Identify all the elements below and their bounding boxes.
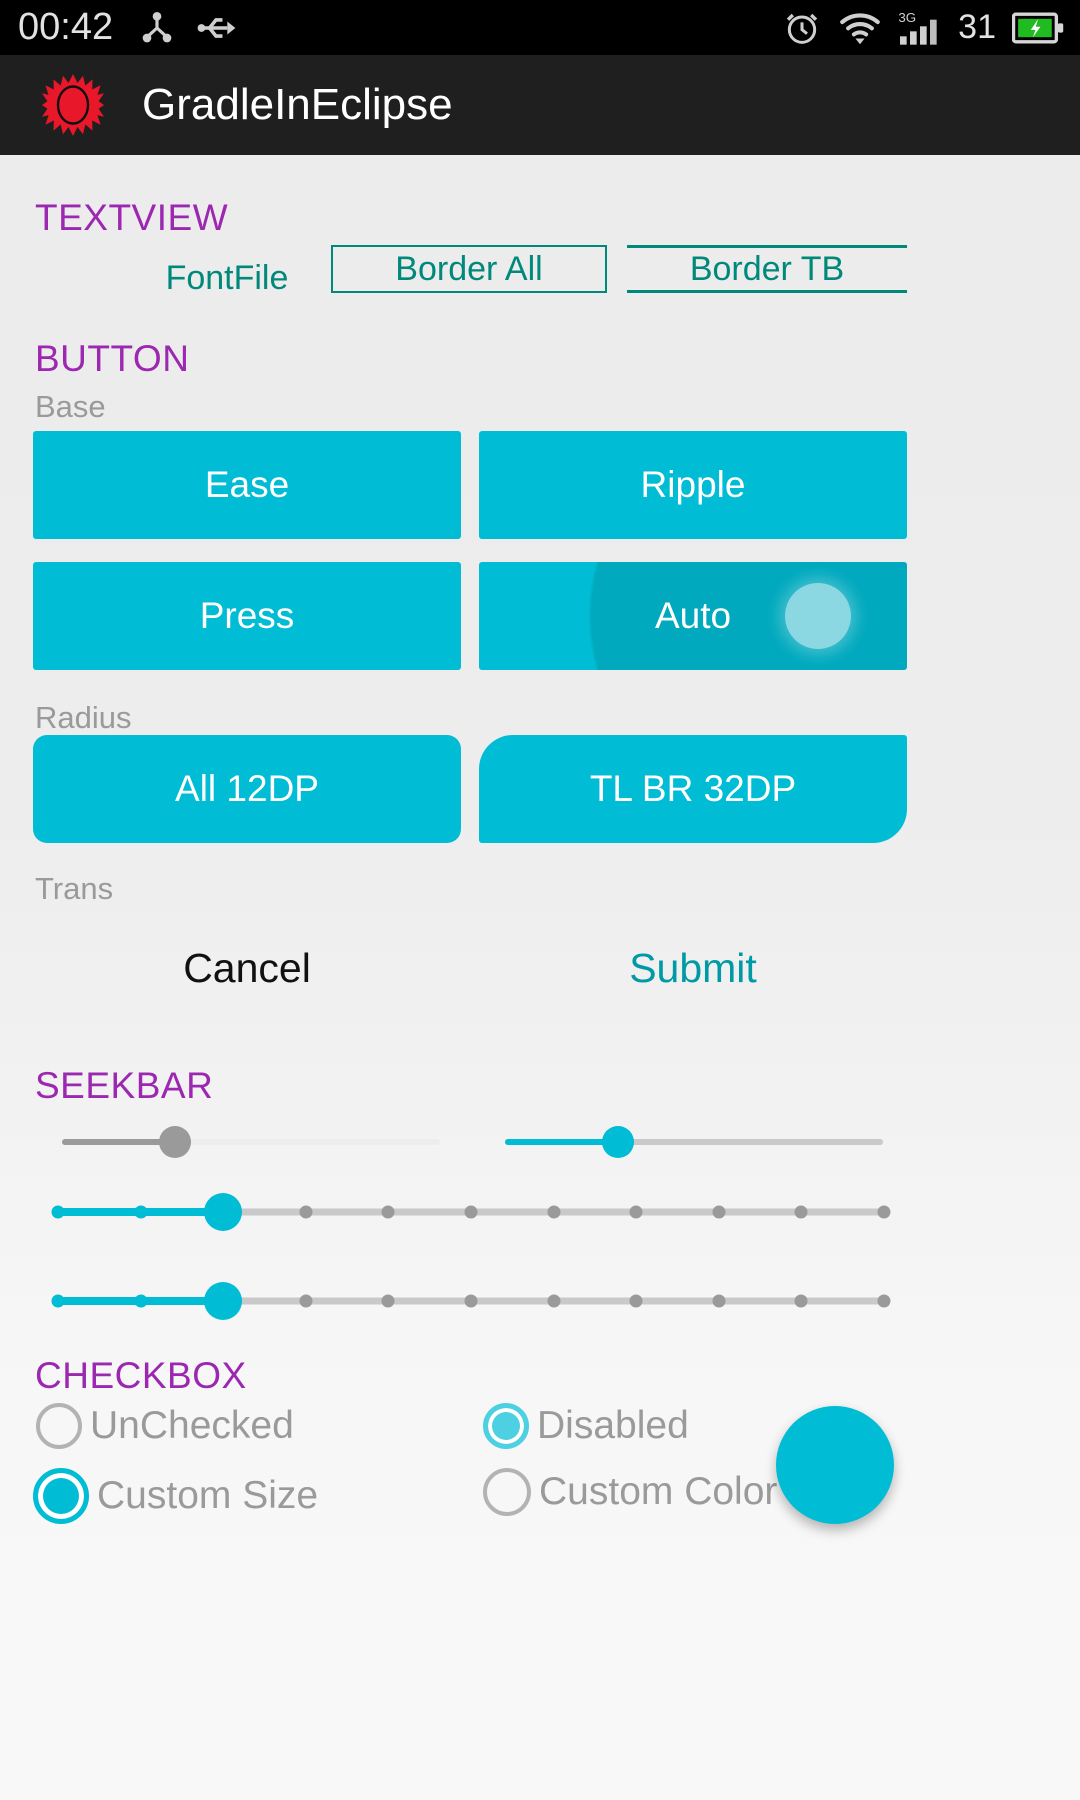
- checkbox-label: Custom Size: [97, 1474, 319, 1517]
- seekbar-tick: [794, 1205, 808, 1219]
- section-header-checkbox: CHECKBOX: [35, 1355, 247, 1396]
- wifi-icon: [838, 10, 882, 46]
- seekbar-thumb[interactable]: [159, 1126, 192, 1158]
- seekbar-tick: [629, 1294, 643, 1308]
- seekbar-tick: [51, 1294, 65, 1308]
- seekbar-tick: [51, 1205, 65, 1219]
- content-area: TEXTVIEW FontFile Border All Border TB B…: [0, 155, 1080, 1800]
- seekbar-discrete-2[interactable]: [51, 1281, 891, 1321]
- button-auto-label: Auto: [654, 595, 732, 636]
- seekbar-tick: [299, 1294, 313, 1308]
- status-bar-right-icons: 3G 31: [782, 8, 1064, 48]
- seekbar-tick: [712, 1205, 726, 1219]
- ripple-indicator-dot: [785, 583, 851, 649]
- checkbox-custom-color[interactable]: Custom Color: [483, 1468, 777, 1516]
- button-cancel[interactable]: Cancel: [33, 925, 461, 1011]
- seekbar-tick: [712, 1294, 726, 1308]
- seekbar-plain-right[interactable]: [505, 1122, 883, 1162]
- textview-row: FontFile Border All Border TB: [0, 245, 1080, 311]
- seekbar-plain-left[interactable]: [62, 1122, 440, 1162]
- seekbar-thumb[interactable]: [204, 1282, 243, 1320]
- button-group-label-trans: Trans: [35, 871, 114, 906]
- seekbar-tick: [547, 1294, 561, 1308]
- textview-fontfile[interactable]: FontFile: [122, 245, 332, 311]
- section-header-seekbar: SEEKBAR: [35, 1065, 214, 1106]
- seekbar-thumb[interactable]: [602, 1126, 635, 1158]
- seekbar-progress: [62, 1139, 176, 1145]
- checkbox-custom-size[interactable]: Custom Size: [33, 1468, 318, 1524]
- share-icon: [137, 8, 177, 48]
- button-tl-br-32dp[interactable]: TL BR 32DP: [479, 735, 907, 843]
- seekbar-tick: [134, 1205, 148, 1219]
- app-title-label: GradleInEclipse: [142, 80, 453, 129]
- seekbar-discrete-1[interactable]: [51, 1192, 891, 1232]
- checkbox-label: UnChecked: [90, 1404, 294, 1447]
- button-group-label-radius: Radius: [35, 700, 132, 735]
- seekbar-tick: [877, 1294, 891, 1308]
- seekbar-tick: [299, 1205, 313, 1219]
- button-ease[interactable]: Ease: [33, 431, 461, 539]
- battery-charging-icon: [1012, 11, 1064, 45]
- seekbar-tick: [794, 1294, 808, 1308]
- seekbar-tick: [877, 1205, 891, 1219]
- app-title-bar: GradleInEclipse: [0, 55, 1080, 155]
- seekbar-tick: [381, 1294, 395, 1308]
- status-bar-left-icons: [137, 8, 237, 48]
- section-header-textview: TEXTVIEW: [35, 197, 229, 238]
- status-bar-clock: 00:42: [18, 6, 114, 48]
- usb-icon: [195, 8, 237, 48]
- floating-action-button[interactable]: [776, 1406, 894, 1524]
- battery-percent-label: 31: [958, 8, 996, 46]
- svg-text:3G: 3G: [899, 10, 917, 25]
- seekbar-tick: [134, 1294, 148, 1308]
- seekbar-tick: [464, 1205, 478, 1219]
- status-bar: 00:42 3G 31: [0, 0, 1080, 55]
- checkbox-disabled: Disabled: [483, 1403, 689, 1449]
- button-auto[interactable]: Auto: [479, 562, 907, 670]
- button-all-12dp[interactable]: All 12DP: [33, 735, 461, 843]
- seekbar-tick: [547, 1205, 561, 1219]
- button-submit[interactable]: Submit: [479, 925, 907, 1011]
- seekbar-tick: [464, 1294, 478, 1308]
- seekbar-tick: [381, 1205, 395, 1219]
- checkbox-circle-icon[interactable]: [483, 1468, 531, 1516]
- alarm-icon: [782, 8, 822, 48]
- textview-border-tb[interactable]: Border TB: [627, 245, 907, 293]
- sun-eclipse-icon: [42, 74, 104, 136]
- seekbar-tick: [629, 1205, 643, 1219]
- textview-border-all[interactable]: Border All: [331, 245, 607, 293]
- seekbar-progress: [505, 1139, 619, 1145]
- checkbox-unchecked[interactable]: UnChecked: [36, 1403, 294, 1449]
- button-ripple[interactable]: Ripple: [479, 431, 907, 539]
- button-group-label-base: Base: [35, 389, 106, 424]
- button-press[interactable]: Press: [33, 562, 461, 670]
- checkbox-circle-icon[interactable]: [36, 1403, 82, 1449]
- checkbox-label: Disabled: [537, 1404, 689, 1447]
- section-header-button: BUTTON: [35, 338, 190, 379]
- signal-3g-icon: 3G: [898, 8, 942, 48]
- checkbox-label: Custom Color: [539, 1470, 778, 1513]
- checkbox-circle-icon: [483, 1403, 529, 1449]
- checkbox-circle-icon[interactable]: [33, 1468, 89, 1524]
- app-screen: 00:42 3G 31 GradleInEclipse TEXTVIEW Fon…: [0, 0, 1080, 1800]
- seekbar-thumb[interactable]: [204, 1193, 243, 1231]
